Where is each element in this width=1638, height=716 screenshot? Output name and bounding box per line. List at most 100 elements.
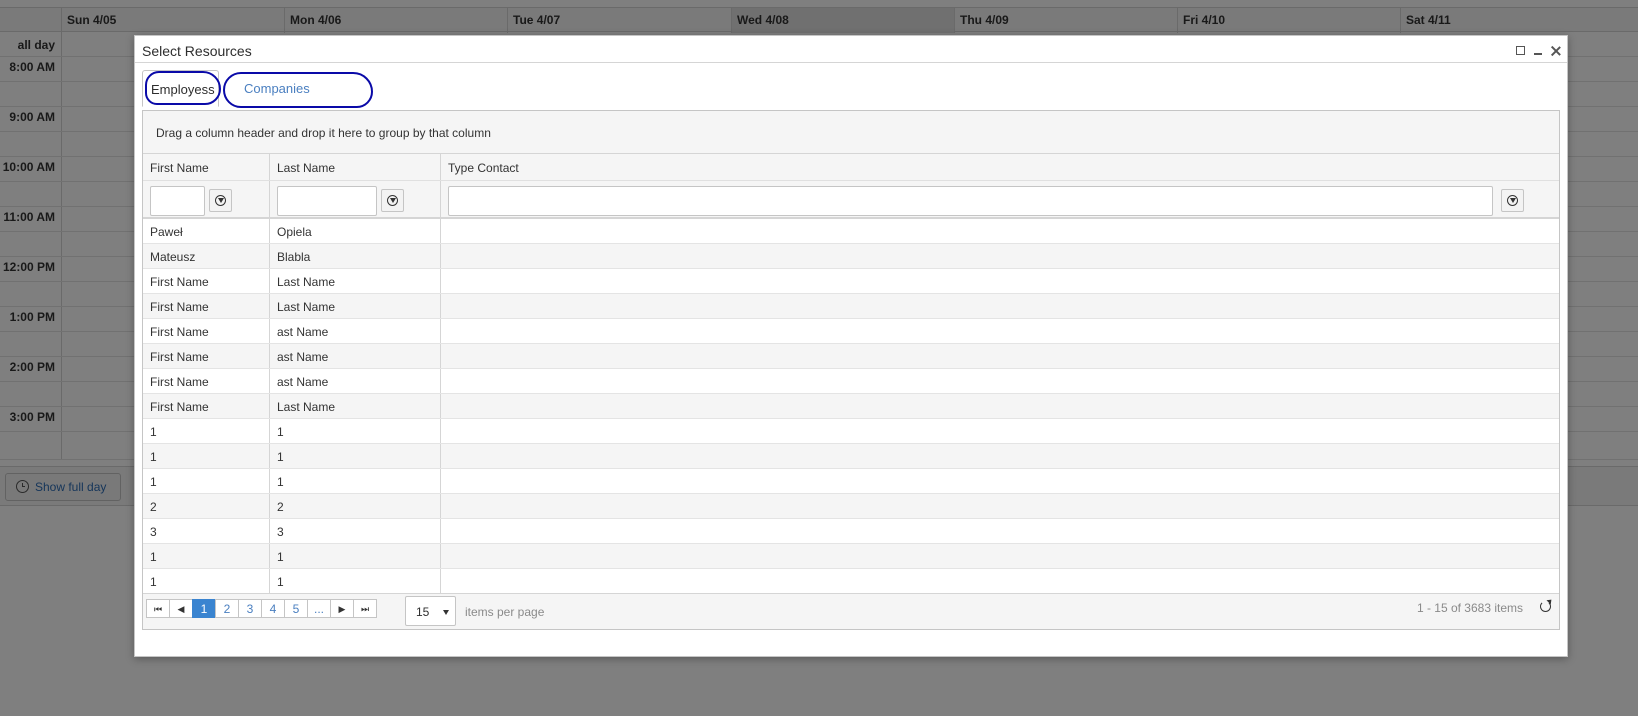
grid-table: First Name Last Name Type Contact Paweł … [143, 154, 1559, 594]
cell-last-name: Last Name [270, 269, 441, 293]
cell-last-name: 1 [270, 569, 441, 593]
cell-first-name: First Name [143, 294, 270, 318]
table-row[interactable]: Mateusz Blabla [143, 244, 1559, 269]
cell-last-name: 1 [270, 444, 441, 468]
cell-type-contact [441, 369, 1559, 393]
chevron-down-icon [443, 610, 449, 615]
last-name-filter-input[interactable] [277, 186, 377, 216]
resources-grid: Drag a column header and drop it here to… [142, 110, 1560, 630]
cell-first-name: First Name [143, 369, 270, 393]
page-button-4[interactable]: 4 [261, 599, 285, 618]
table-row[interactable]: 22 [143, 494, 1559, 519]
table-row[interactable]: First Name ast Name [143, 344, 1559, 369]
table-row[interactable]: 11 [143, 544, 1559, 569]
minimize-icon[interactable] [1533, 46, 1543, 56]
page-button-1[interactable]: 1 [192, 599, 216, 618]
pager-buttons: ⏮ ◀ 1 2 3 4 5 ... ▶ ⏭ [146, 599, 377, 618]
column-header-type-contact[interactable]: Type Contact [441, 154, 1559, 180]
grid-pager: ⏮ ◀ 1 2 3 4 5 ... ▶ ⏭ 15 items per page … [143, 593, 1559, 629]
first-name-filter-input[interactable] [150, 186, 205, 216]
dialog-title: Select Resources [142, 43, 252, 59]
cell-type-contact [441, 544, 1559, 568]
page-size-select[interactable]: 15 [405, 596, 456, 626]
cell-first-name: 3 [143, 519, 270, 543]
type-contact-filter-input[interactable] [448, 186, 1493, 216]
table-row[interactable]: 11 [143, 444, 1559, 469]
filter-icon [387, 195, 398, 206]
header-row: First Name Last Name Type Contact [143, 154, 1559, 181]
cell-first-name: 1 [143, 544, 270, 568]
cell-first-name: First Name [143, 394, 270, 418]
table-row[interactable]: 33 [143, 519, 1559, 544]
first-name-filter-button[interactable] [209, 189, 232, 212]
type-contact-filter-cell [441, 181, 1559, 217]
page-button-3[interactable]: 3 [238, 599, 262, 618]
next-page-icon[interactable]: ▶ [330, 599, 354, 618]
grid-body: Paweł Opiela Mateusz Blabla First Name Last… [143, 219, 1559, 594]
cell-last-name: 1 [270, 469, 441, 493]
refresh-icon[interactable] [1540, 601, 1551, 612]
tab-employess[interactable]: Employess [142, 70, 219, 107]
table-row[interactable]: 11 [143, 569, 1559, 594]
last-name-filter-button[interactable] [381, 189, 404, 212]
cell-first-name: 1 [143, 569, 270, 593]
page-button-2[interactable]: 2 [215, 599, 239, 618]
maximize-icon[interactable] [1516, 46, 1525, 55]
cell-last-name: 2 [270, 494, 441, 518]
tab-companies[interactable]: Companies [219, 70, 359, 107]
cell-type-contact [441, 219, 1559, 243]
table-row[interactable]: First Name ast Name [143, 369, 1559, 394]
table-row[interactable]: First Name ast Name [143, 319, 1559, 344]
table-row[interactable]: 11 [143, 419, 1559, 444]
cell-first-name: Paweł [143, 219, 270, 243]
last-page-icon[interactable]: ⏭ [353, 599, 377, 618]
cell-type-contact [441, 394, 1559, 418]
items-per-page-label: items per page [465, 605, 545, 619]
prev-page-icon[interactable]: ◀ [169, 599, 193, 618]
cell-type-contact [441, 269, 1559, 293]
close-icon[interactable] [1551, 46, 1561, 56]
cell-first-name: Mateusz [143, 244, 270, 268]
type-contact-filter-button[interactable] [1501, 189, 1524, 212]
cell-first-name: 1 [143, 469, 270, 493]
cell-first-name: 2 [143, 494, 270, 518]
cell-type-contact [441, 519, 1559, 543]
dialog-titlebar[interactable]: Select Resources [135, 36, 1567, 63]
table-row[interactable]: First Name Last Name [143, 294, 1559, 319]
cell-last-name: ast Name [270, 344, 441, 368]
page-size-value: 15 [416, 605, 430, 619]
group-by-panel[interactable]: Drag a column header and drop it here to… [143, 111, 1559, 154]
first-name-filter-cell [143, 181, 270, 217]
filter-row [143, 181, 1559, 219]
cell-first-name: 1 [143, 419, 270, 443]
cell-type-contact [441, 444, 1559, 468]
cell-first-name: 1 [143, 444, 270, 468]
cell-last-name: 1 [270, 419, 441, 443]
table-row[interactable]: First Name Last Name [143, 394, 1559, 419]
table-row[interactable]: 11 [143, 469, 1559, 494]
table-row[interactable]: First Name Last Name [143, 269, 1559, 294]
filter-icon [215, 195, 226, 206]
cell-type-contact [441, 494, 1559, 518]
cell-last-name: 1 [270, 544, 441, 568]
table-row[interactable]: Paweł Opiela [143, 219, 1559, 244]
window-actions [1516, 46, 1561, 56]
cell-type-contact [441, 319, 1559, 343]
cell-type-contact [441, 244, 1559, 268]
cell-last-name: Last Name [270, 394, 441, 418]
pager-info: 1 - 15 of 3683 items [1416, 601, 1523, 615]
cell-type-contact [441, 419, 1559, 443]
select-resources-dialog: Select Resources Employess Companies Dra… [134, 35, 1568, 657]
cell-last-name: Last Name [270, 294, 441, 318]
cell-type-contact [441, 294, 1559, 318]
first-page-icon[interactable]: ⏮ [146, 599, 170, 618]
page-button-more[interactable]: ... [307, 599, 331, 618]
cell-type-contact [441, 469, 1559, 493]
cell-first-name: First Name [143, 319, 270, 343]
column-header-last-name[interactable]: Last Name [270, 154, 441, 180]
cell-last-name: ast Name [270, 369, 441, 393]
column-header-first-name[interactable]: First Name [143, 154, 270, 180]
filter-icon [1507, 195, 1518, 206]
cell-last-name: 3 [270, 519, 441, 543]
page-button-5[interactable]: 5 [284, 599, 308, 618]
